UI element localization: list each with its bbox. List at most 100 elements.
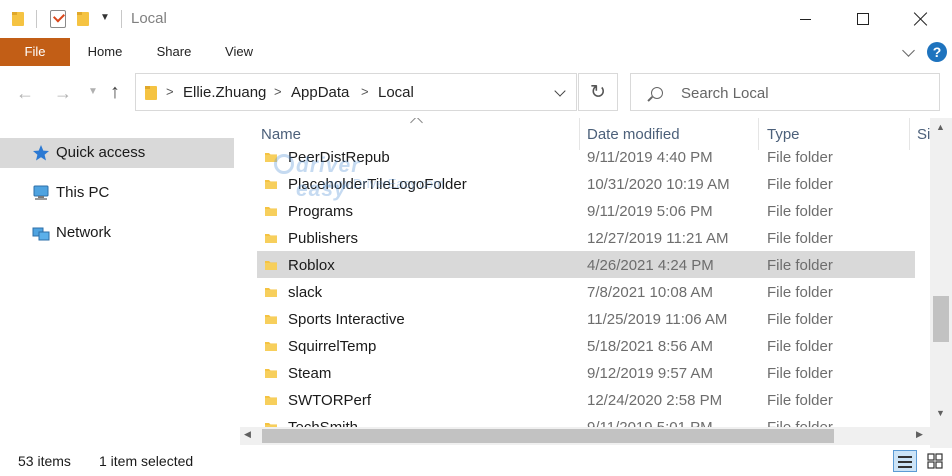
file-name: Programs [288,203,354,220]
column-header-name[interactable]: Name [261,126,301,143]
file-date-modified: 9/12/2019 9:57 AM [587,365,713,382]
horizontal-scroll-thumb[interactable] [262,429,834,443]
expand-ribbon-chevron-icon[interactable] [902,44,915,57]
file-date-modified: 11/25/2019 11:06 AM [587,311,728,328]
item-count: 53 items [18,453,71,469]
scroll-left-icon[interactable]: ◀ [244,429,251,440]
scroll-right-icon[interactable]: ▶ [916,429,923,440]
file-type: File folder [767,338,833,355]
navigation-pane: Quick access This PC Network [0,118,240,448]
sidebar-item-label: This PC [56,184,110,201]
vertical-scrollbar[interactable]: ▲ ▼ [930,118,952,448]
folder-icon [265,288,277,297]
file-name: PlaceholderTileLogoFolder [288,176,467,193]
ribbon-tabs: File Home Share View [0,38,952,66]
file-name: Publishers [288,230,359,247]
folder-icon [145,86,157,100]
minimize-button[interactable] [776,0,834,38]
file-row[interactable]: SquirrelTemp 5/18/2021 8:56 AM File folder [240,332,930,359]
column-header-type[interactable]: Type [767,126,800,143]
search-input[interactable] [681,82,921,104]
folder-icon [265,342,277,351]
file-date-modified: 10/31/2020 10:19 AM [587,176,730,193]
folder-icon [265,234,277,243]
file-name: Steam [288,365,332,382]
file-date-modified: 9/11/2019 4:40 PM [587,149,713,166]
file-row[interactable]: PlaceholderTileLogoFolder 10/31/2020 10:1… [240,170,930,197]
column-header-date-modified[interactable]: Date modified [587,126,680,143]
file-name: Roblox [288,257,335,274]
file-date-modified: 9/11/2019 5:06 PM [587,203,713,220]
breadcrumb-chevron-icon[interactable]: > [361,84,369,99]
properties-checkmark-icon[interactable] [50,10,66,28]
sort-ascending-icon [410,118,423,129]
tab-view[interactable]: View [213,38,265,66]
file-row[interactable]: slack 7/8/2021 10:08 AM File folder [240,278,930,305]
tab-home[interactable]: Home [76,38,134,66]
folder-icon [265,207,277,216]
tab-file[interactable]: File [0,38,70,66]
file-type: File folder [767,230,833,247]
close-button[interactable] [892,0,950,38]
back-arrow-icon[interactable]: ← [16,83,34,104]
breadcrumb-local[interactable]: Local [378,84,414,101]
file-name: PeerDistRepub [288,149,390,166]
file-row[interactable]: Programs 9/11/2019 5:06 PM File folder [240,197,930,224]
file-row[interactable]: Sports Interactive 11/25/2019 11:06 AM Fil… [240,305,930,332]
file-date-modified: 7/8/2021 10:08 AM [587,284,713,301]
file-name: SWTORPerf [288,392,372,409]
network-icon [32,227,50,241]
file-row[interactable]: Publishers 12/27/2019 11:21 AM File folder [240,224,930,251]
file-type: File folder [767,149,833,166]
file-name: Sports Interactive [288,311,405,328]
breadcrumb-chevron-icon[interactable]: > [166,84,174,99]
column-header-size[interactable]: Si [917,126,930,143]
breadcrumb-ellie-zhuang[interactable]: Ellie.Zhuang [183,84,266,101]
file-type: File folder [767,392,833,409]
computer-icon [33,185,49,200]
file-type: File folder [767,257,833,274]
status-bar: 53 items 1 item selected [0,448,952,476]
recent-locations-dropdown-icon[interactable]: ▼ [88,86,98,97]
scrollbar-corner [930,427,952,445]
title-bar: ▼ Local [0,0,952,38]
up-arrow-icon[interactable]: ↑ [110,81,120,104]
new-folder-icon[interactable] [76,11,90,27]
breadcrumb-appdata[interactable]: AppData [291,84,349,101]
star-icon [33,145,49,161]
toolbar-separator [36,10,37,28]
search-box[interactable] [630,73,940,111]
file-row[interactable]: Steam 9/12/2019 9:57 AM File folder [240,359,930,386]
scroll-up-icon[interactable]: ▲ [936,122,945,132]
details-view-button[interactable] [893,450,917,472]
file-row[interactable]: SWTORPerf 12/24/2020 2:58 PM File folder [240,386,930,413]
refresh-button[interactable]: ↻ [578,73,618,111]
file-date-modified: 12/24/2020 2:58 PM [587,392,723,409]
folder-icon [265,261,277,270]
sidebar-item-label: Network [56,224,112,241]
customize-toolbar-dropdown-icon[interactable]: ▼ [100,12,110,23]
file-row[interactable]: PeerDistRepub 9/11/2019 4:40 PM File folde… [240,146,930,170]
file-rows-viewport: PeerDistRepub 9/11/2019 4:40 PM File folde… [240,146,930,430]
tab-share[interactable]: Share [148,38,200,66]
sidebar-item-network[interactable]: Network [0,218,234,248]
file-row[interactable]: Roblox 4/26/2021 4:24 PM File folder [257,251,915,278]
file-rows: PeerDistRepub 9/11/2019 4:40 PM File folde… [240,146,930,430]
maximize-button[interactable] [834,0,892,38]
horizontal-scrollbar[interactable]: ◀ ▶ [240,427,930,445]
address-bar[interactable]: > Ellie.Zhuang > AppData > Local [135,73,577,111]
file-list: Name Date modified Type Si PeerDistRepub… [240,118,930,448]
large-icons-view-button[interactable] [923,450,947,472]
scroll-down-icon[interactable]: ▼ [936,408,945,418]
file-type: File folder [767,176,833,193]
address-history-chevron-icon[interactable] [554,85,566,97]
search-icon [651,87,663,99]
forward-arrow-icon[interactable]: → [54,83,72,104]
sidebar-item-this-pc[interactable]: This PC [0,178,234,208]
window-title: Local [131,10,167,27]
help-icon[interactable]: ? [927,42,947,62]
sidebar-item-quick-access[interactable]: Quick access [0,138,234,168]
file-type: File folder [767,311,833,328]
vertical-scroll-thumb[interactable] [933,296,949,342]
breadcrumb-chevron-icon[interactable]: > [274,84,282,99]
